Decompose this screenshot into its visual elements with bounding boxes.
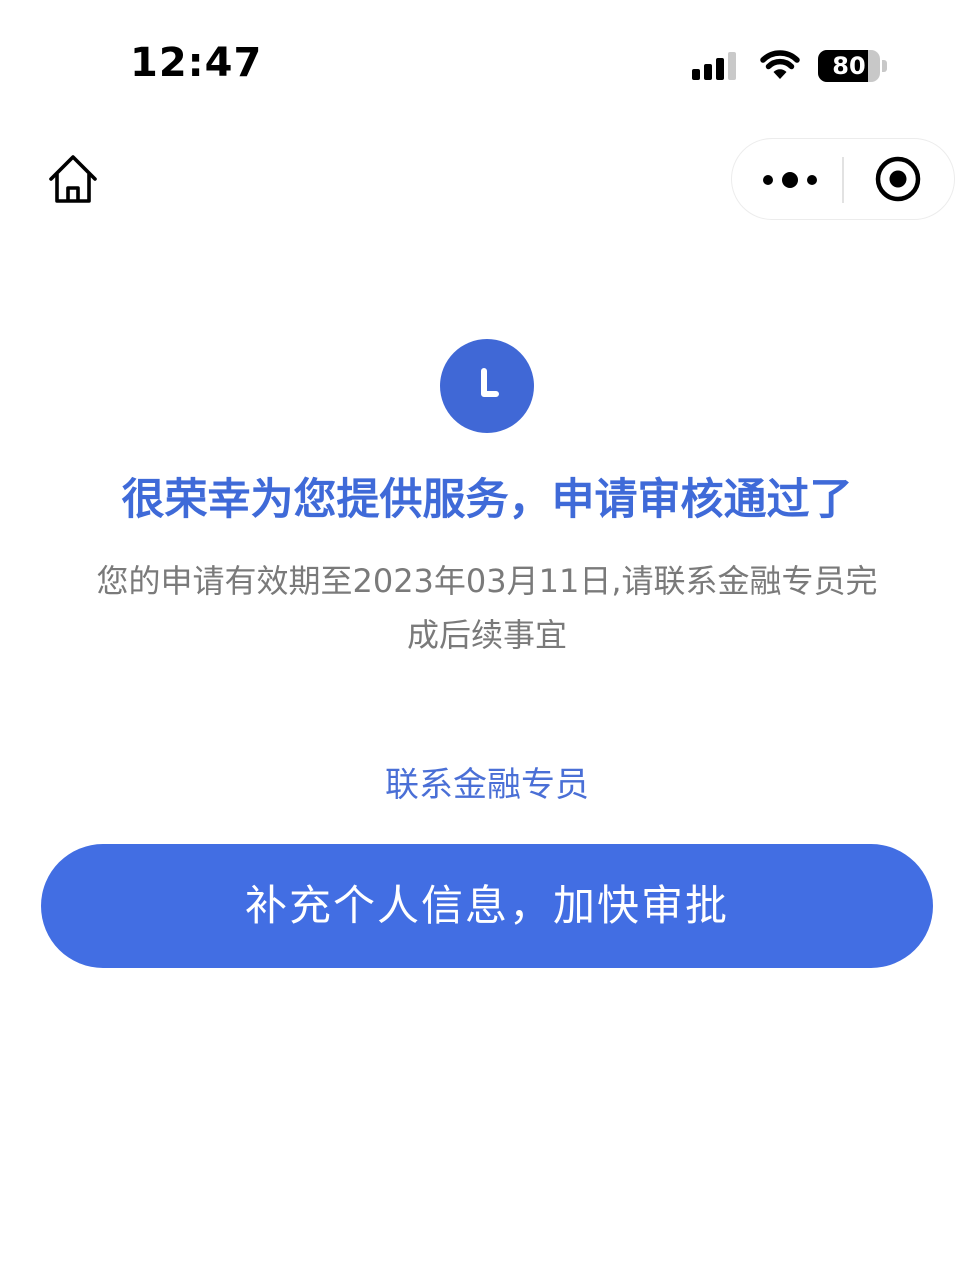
supplement-info-button[interactable]: 补充个人信息，加快审批 (41, 844, 933, 968)
cellular-signal-icon (692, 52, 742, 80)
contact-specialist-link[interactable]: 联系金融专员 (385, 765, 589, 805)
contact-specialist-link-row: 联系金融专员 (0, 758, 974, 812)
clock-icon (440, 339, 534, 433)
result-title: 很荣幸为您提供服务，申请审核通过了 (121, 475, 853, 525)
battery-indicator: 80 (818, 50, 887, 82)
home-icon[interactable] (44, 150, 102, 208)
battery-level: 80 (832, 52, 866, 80)
target-circle-icon[interactable] (872, 153, 924, 205)
status-time: 12:47 (130, 40, 263, 86)
wifi-icon (760, 50, 800, 79)
mini-program-capsule (731, 138, 955, 220)
result-description: 您的申请有效期至2023年03月11日,请联系金融专员完成后续事宜 (96, 562, 878, 654)
more-dots-icon[interactable] (752, 149, 832, 209)
capsule-divider (842, 157, 844, 203)
